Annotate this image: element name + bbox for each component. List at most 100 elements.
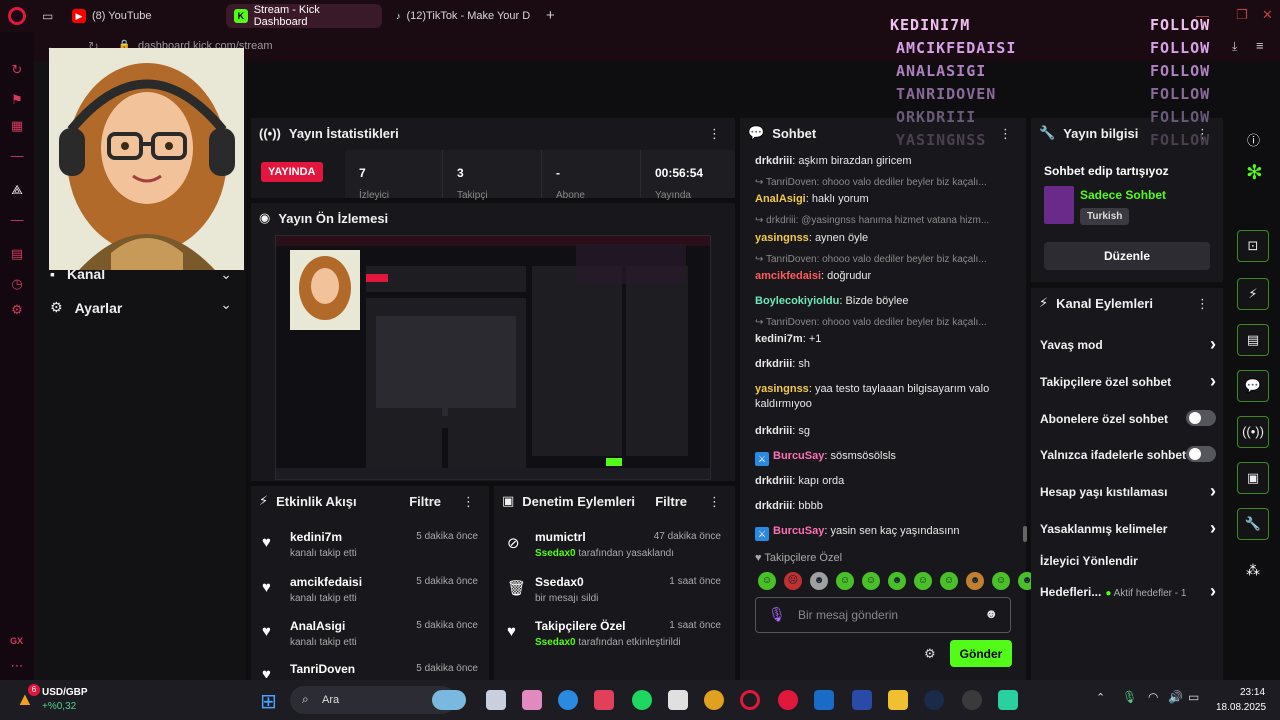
clock-icon[interactable]: ◷ (9, 276, 25, 292)
menu-icon[interactable]: ≡ (1256, 38, 1264, 53)
emote-icon[interactable]: ☺ (862, 572, 880, 590)
toggle-switch[interactable] (1186, 410, 1216, 426)
emote-icon[interactable]: ☻ (966, 572, 984, 590)
wifi-icon[interactable]: ◠ (1148, 690, 1158, 704)
opera-logo-icon[interactable] (8, 7, 26, 25)
kebab-menu-icon[interactable]: ⋮ (708, 494, 721, 510)
chat-username[interactable]: BurcuSay (773, 525, 824, 537)
launcher-icon[interactable] (852, 690, 872, 710)
tab-tiktok[interactable]: ♪ (12)TikTok - Make Your D (388, 4, 538, 28)
close-icon[interactable]: ✕ (1262, 7, 1273, 23)
obs-icon[interactable] (962, 690, 982, 710)
download-icon[interactable]: ⤓ (1232, 39, 1237, 54)
chat-username[interactable]: amcikfedaisi (755, 270, 821, 282)
wrench-icon[interactable]: 🔧 (1237, 508, 1269, 540)
outlook-icon[interactable] (814, 690, 834, 710)
opera-gx-icon[interactable] (740, 690, 760, 710)
chat-settings-icon[interactable]: ⚙ (924, 646, 936, 662)
chat-username[interactable]: AnalAsigi (755, 193, 806, 205)
kebab-menu-icon[interactable]: ⋮ (462, 494, 475, 510)
new-tab-icon[interactable]: + (546, 7, 555, 24)
channel-action-item[interactable]: Yavaş mod › (1040, 334, 1216, 354)
chevron-down-icon[interactable]: ⌄ (220, 296, 232, 313)
folder-icon[interactable] (888, 690, 908, 710)
chat-username[interactable]: drkdriii (755, 500, 792, 512)
tray-expand-icon[interactable]: ⌃ (1096, 691, 1105, 704)
file-explorer-icon[interactable] (486, 690, 506, 710)
lightning-icon[interactable]: ⚡ (1237, 278, 1269, 310)
tab-kick-dashboard[interactable]: K Stream - Kick Dashboard (226, 4, 382, 28)
chrome-icon[interactable] (704, 690, 724, 710)
channel-action-item[interactable]: Yasaklanmış kelimeler › (1040, 518, 1216, 538)
chat-username[interactable]: drkdriii (755, 475, 792, 487)
discord-icon[interactable]: ▦ (9, 118, 25, 134)
edge-icon[interactable] (558, 690, 578, 710)
chat-scrollbar[interactable] (1023, 526, 1027, 542)
weather-widget-icon[interactable] (432, 690, 466, 710)
channel-action-item[interactable]: Abonelere özel sohbet (1040, 410, 1216, 426)
emote-icon[interactable]: ☻ (810, 572, 828, 590)
pocket-icon[interactable] (594, 690, 614, 710)
moderation-filter-button[interactable]: Filtre (655, 494, 687, 509)
tab-switcher-icon[interactable]: ▭ (42, 9, 53, 23)
category-link[interactable]: Sadece Sohbet (1080, 188, 1166, 202)
channel-action-item[interactable]: Takipçilere özel sohbet › (1040, 371, 1216, 391)
spotify-icon[interactable] (632, 690, 652, 710)
clock-date[interactable]: 18.08.2025 (1216, 702, 1266, 713)
video-icon[interactable]: ▣ (1237, 462, 1269, 494)
chat-username[interactable]: yasingnss (755, 383, 809, 395)
chat-username[interactable]: drkdriii (755, 425, 792, 437)
nav-item-ayarlar[interactable]: ⚙ Ayarlar (50, 299, 122, 316)
chat-bubble-icon[interactable]: 💬 (1237, 370, 1269, 402)
stream-preview-video[interactable] (275, 235, 711, 480)
emoji-icon[interactable]: ☻ (984, 606, 998, 621)
copilot-icon[interactable] (522, 690, 542, 710)
emote-icon[interactable]: ☺ (758, 572, 776, 590)
chat-username[interactable]: BurcuSay (773, 450, 824, 462)
chat-username[interactable]: drkdriii (755, 358, 792, 370)
settings-icon[interactable]: ⚙ (9, 302, 25, 318)
twitch-icon[interactable]: ⚑ (9, 92, 25, 108)
wallet-icon[interactable]: ▤ (9, 246, 25, 262)
maximize-icon[interactable]: ❐ (1236, 7, 1248, 23)
channel-action-item[interactable]: İzleyici Yönlendir (1040, 554, 1216, 568)
microphone-icon[interactable]: 🎙 (768, 606, 786, 623)
mic-tray-icon[interactable]: 🎙 (1122, 690, 1137, 704)
chat-username[interactable]: drkdriii (755, 155, 792, 167)
aria-icon[interactable]: ⟁ (9, 182, 25, 198)
chat-username[interactable]: kedini7m (755, 333, 803, 345)
chat-username[interactable]: Boylecokiyioldu (755, 295, 839, 307)
history-icon[interactable]: ↻ (9, 62, 25, 78)
windows-start-icon[interactable]: ⊞ (260, 689, 277, 714)
notepad-icon[interactable] (668, 690, 688, 710)
capture-icon[interactable]: ⊡ (1237, 230, 1269, 262)
send-button[interactable]: Gönder (950, 640, 1012, 667)
emote-icon[interactable]: ☺ (836, 572, 854, 590)
chat-username[interactable]: yasingnss (755, 232, 809, 244)
channel-action-item[interactable]: Yalnızca ifadelerle sohbet (1040, 446, 1216, 462)
volume-icon[interactable]: 🔊 (1168, 690, 1183, 704)
emote-icon[interactable]: ☺ (914, 572, 932, 590)
edit-button[interactable]: Düzenle (1044, 242, 1210, 270)
kebab-menu-icon[interactable]: ⋮ (708, 126, 721, 142)
toggle-switch[interactable] (1186, 446, 1216, 462)
emote-icon[interactable]: ☺ (992, 572, 1010, 590)
emote-icon[interactable]: ☺ (940, 572, 958, 590)
info-icon[interactable]: ⓘ (1247, 130, 1260, 149)
kebab-menu-icon[interactable]: ⋮ (1196, 296, 1209, 312)
emote-icon[interactable]: ☹ (784, 572, 802, 590)
activity-filter-button[interactable]: Filtre (409, 494, 441, 509)
more-icon[interactable]: ⋯ (9, 658, 25, 674)
chat-input[interactable]: 🎙 Bir mesaj gönderin ☻ (755, 597, 1011, 633)
channel-action-item[interactable]: Hedefleri... ● Aktif hedefler - 1 › (1040, 581, 1216, 601)
chatgpt-icon[interactable]: ✻ (1246, 160, 1263, 185)
battery-icon[interactable]: ▭ (1188, 690, 1199, 704)
channel-action-item[interactable]: Hesap yaşı kıstılaması › (1040, 481, 1216, 501)
clock-time[interactable]: 23:14 (1240, 687, 1265, 698)
opera-icon[interactable] (778, 690, 798, 710)
emote-icon[interactable]: ☻ (888, 572, 906, 590)
document-icon[interactable]: ▤ (1237, 324, 1269, 356)
steam-icon[interactable] (924, 690, 944, 710)
apps-icon[interactable]: ⁂ (1246, 562, 1260, 579)
tab-youtube[interactable]: ▶ (8) YouTube (64, 4, 220, 28)
